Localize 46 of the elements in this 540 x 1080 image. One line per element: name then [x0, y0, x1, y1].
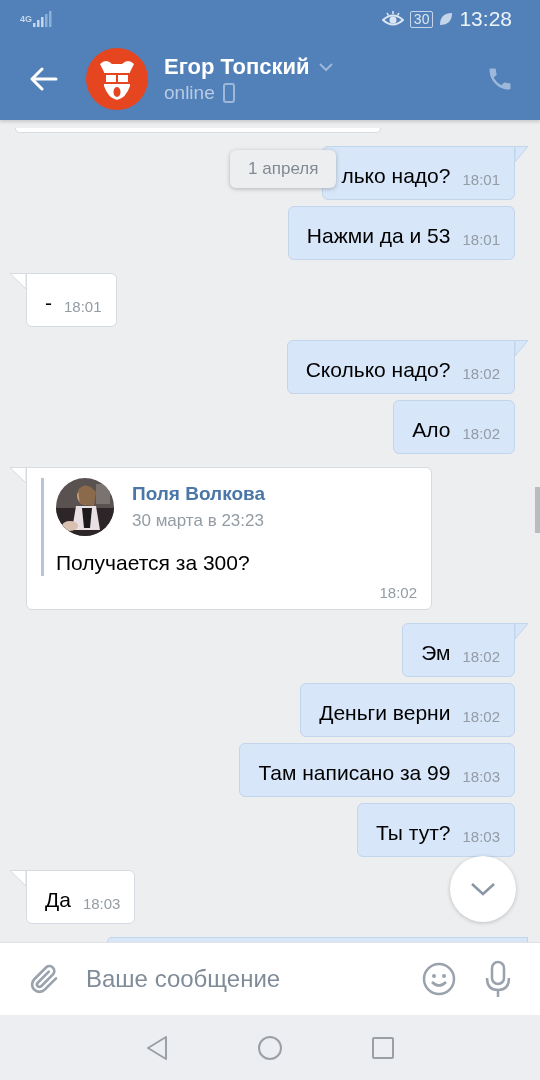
author-name[interactable]: Поля Волкова: [132, 483, 265, 505]
message-time: 18:02: [379, 584, 417, 601]
smiley-icon: [422, 962, 456, 996]
circle-icon: [257, 1034, 283, 1061]
message-time: 18:01: [462, 231, 500, 249]
message-time: 18:03: [82, 895, 121, 913]
phone-device-icon: [222, 83, 235, 103]
message-text: Ало: [412, 417, 451, 443]
triangle-icon: [145, 1034, 169, 1061]
online-status: online: [164, 82, 215, 104]
message-text: Получается за 300?: [56, 550, 251, 576]
date-badge: 1 апреля: [230, 150, 337, 188]
message-time: 18:01: [64, 298, 102, 316]
chevron-down-icon: [317, 62, 334, 72]
microphone-icon: [484, 960, 512, 998]
message-text: Там написано за 99: [258, 760, 451, 786]
message-text: Нажми да и 53: [306, 223, 451, 249]
scrollbar[interactable]: [535, 487, 540, 533]
dog-avatar-icon[interactable]: [86, 48, 148, 110]
chevron-down-icon: [470, 881, 496, 897]
back-arrow-icon: [30, 67, 58, 91]
message-text: Ты тут?: [375, 820, 451, 846]
message-text: -: [45, 290, 52, 316]
message-time: 18:02: [462, 648, 500, 666]
eye-icon: [381, 11, 404, 27]
clock-time: 13:28: [459, 7, 512, 31]
paperclip-icon: [28, 962, 60, 996]
scroll-down-button[interactable]: [450, 856, 516, 922]
message-text: лько надо?: [341, 163, 451, 189]
message-time: 18:02: [462, 365, 500, 383]
forward-date: 30 марта в 23:23: [132, 511, 265, 531]
signal-icon: [32, 11, 52, 27]
contact-name[interactable]: Егор Топский: [164, 54, 310, 80]
message-time: 18:02: [462, 708, 500, 726]
battery-level: 30: [409, 10, 434, 28]
message-text: Сколько надо?: [305, 357, 451, 383]
message-time: 18:02: [462, 425, 500, 443]
network-indicator: 4G: [20, 14, 32, 24]
message-time: 18:03: [462, 768, 500, 786]
square-icon: [371, 1035, 395, 1060]
leaf-icon: [439, 12, 454, 26]
message-time: 18:03: [462, 828, 500, 846]
message-time: 18:01: [462, 171, 500, 189]
message-text: Деньги верни: [319, 700, 451, 726]
message-text: Эм: [421, 640, 451, 666]
message-text: Да: [45, 887, 71, 913]
